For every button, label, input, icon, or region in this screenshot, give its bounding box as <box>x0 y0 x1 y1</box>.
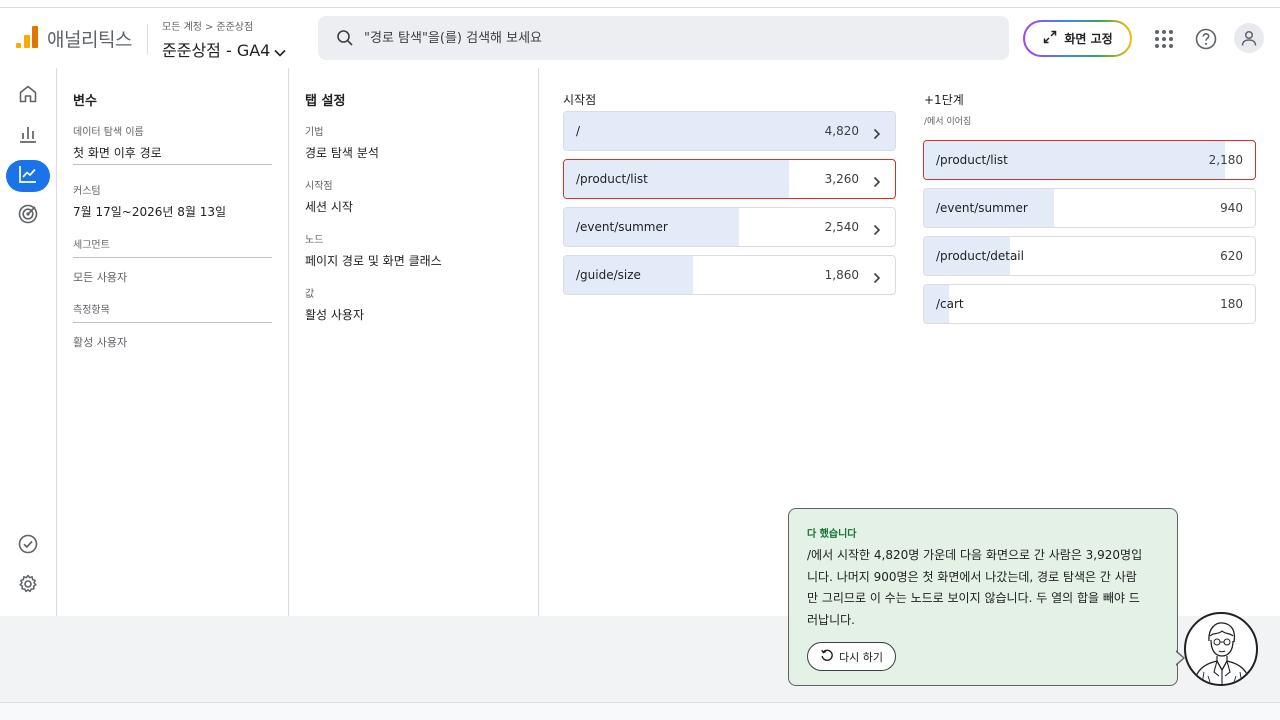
segments-divider <box>73 257 272 258</box>
assistant-card: 다 했습니다 /에서 시작한 4,820명 가운데 다음 화면으로 간 사람은 … <box>788 508 1178 686</box>
person-illustration-icon <box>1193 622 1251 684</box>
pin-screen-label: 화면 고정 <box>1064 32 1113 46</box>
tab-settings-title: 탭 설정 <box>305 94 346 109</box>
node-value: 1,860 <box>824 268 859 282</box>
window-top-strip <box>0 0 1280 8</box>
nav-home[interactable] <box>6 80 50 112</box>
left-navigation <box>0 68 56 616</box>
nav-reports[interactable] <box>6 120 50 152</box>
chevron-right-icon[interactable] <box>873 269 881 288</box>
start-point-node[interactable]: / 4,820 <box>563 111 896 151</box>
node-type-label: 노드 <box>305 235 324 246</box>
assistant-message: /에서 시작한 4,820명 가운데 다음 화면으로 간 사람은 3,920명입… <box>807 548 1143 627</box>
value-label: 값 <box>305 289 315 300</box>
segments-label: 세그먼트 <box>73 240 110 251</box>
chevron-right-icon: > <box>204 22 214 33</box>
search-icon <box>336 29 354 51</box>
breadcrumb[interactable]: 모든 계정 > 준준상점 <box>162 18 253 33</box>
bottom-strip <box>0 702 1280 720</box>
gear-icon <box>17 573 39 599</box>
pin-screen-button[interactable]: 화면 고정 <box>1023 20 1132 57</box>
expand-icon <box>1042 29 1058 48</box>
exploration-name-underline <box>73 164 272 165</box>
node-value: 180 <box>1220 297 1243 311</box>
advertising-icon <box>17 203 39 229</box>
explore-icon <box>17 163 39 189</box>
node-label: / <box>576 124 581 138</box>
start-point-node[interactable]: /guide/size 1,860 <box>563 255 896 295</box>
technique-label: 기법 <box>305 127 324 138</box>
node-label: /event/summer <box>576 220 668 234</box>
node-value: 3,260 <box>824 172 859 186</box>
settings-divider <box>538 68 539 616</box>
refresh-icon <box>820 648 834 665</box>
home-icon <box>17 83 39 109</box>
node-type-value[interactable]: 페이지 경로 및 화면 클래스 <box>305 252 442 269</box>
node-value: 4,820 <box>824 124 859 138</box>
app-title[interactable]: 애널리틱스 <box>47 25 132 52</box>
retry-label: 다시 하기 <box>839 650 883 664</box>
card-pointer-inner <box>1176 652 1183 664</box>
search-bar[interactable] <box>318 16 1009 60</box>
breadcrumb-property[interactable]: 준준상점 <box>216 22 253 33</box>
nav-explore[interactable] <box>6 160 50 192</box>
start-point-label: 시작점 <box>305 181 333 192</box>
node-label: /event/summer <box>936 201 1028 215</box>
start-point-node[interactable]: /product/list 3,260 <box>563 159 896 199</box>
chevron-right-icon[interactable] <box>873 221 881 240</box>
variables-panel: 변수 데이터 탐색 이름 첫 화면 이후 경로 커스텀 7월 17일~2026년… <box>57 68 288 616</box>
help-icon[interactable] <box>1194 27 1218 51</box>
date-range-selector[interactable]: 7월 17일~2026년 8월 13일 <box>73 203 226 220</box>
exploration-name-label: 데이터 탐색 이름 <box>73 127 144 138</box>
nav-admin[interactable] <box>6 570 50 602</box>
exploration-name-input[interactable]: 첫 화면 이후 경로 <box>73 144 162 161</box>
assistant-avatar[interactable] <box>1184 612 1258 686</box>
step-node[interactable]: /cart 180 <box>923 284 1256 324</box>
metrics-divider <box>73 322 272 323</box>
node-label: /guide/size <box>576 268 641 282</box>
node-value: 2,180 <box>1208 153 1243 167</box>
start-point-value[interactable]: 세션 시작 <box>305 198 353 215</box>
nav-advertising[interactable] <box>6 200 50 232</box>
segment-item[interactable]: 모든 사용자 <box>73 269 127 285</box>
analytics-logo-icon[interactable] <box>16 26 38 48</box>
tab-settings-panel: 탭 설정 기법 경로 탐색 분석 시작점 세션 시작 노드 페이지 경로 및 화… <box>289 68 538 616</box>
search-input[interactable] <box>364 16 984 60</box>
check-circle-icon <box>17 533 39 559</box>
property-name: 준준상점 - GA4 <box>162 41 271 60</box>
chevron-down-icon <box>274 42 286 61</box>
breadcrumb-account[interactable]: 모든 계정 <box>162 22 202 33</box>
date-range-label: 커스텀 <box>73 186 101 197</box>
step-column-title: +1단계 <box>924 93 964 107</box>
step-node[interactable]: /product/detail 620 <box>923 236 1256 276</box>
app-header: 애널리틱스 모든 계정>준준상점 준준상점 - GA4 화면 고정 <box>0 8 1280 68</box>
value-metric[interactable]: 활성 사용자 <box>305 306 364 323</box>
technique-selector[interactable]: 경로 탐색 분석 <box>305 144 379 161</box>
nav-data-quality[interactable] <box>6 530 50 562</box>
node-value: 940 <box>1220 201 1243 215</box>
node-label: /product/list <box>576 172 648 186</box>
step-column-subtitle: /에서 이어짐 <box>924 117 972 127</box>
node-label: /product/detail <box>936 249 1024 263</box>
node-label: /cart <box>936 297 964 311</box>
metric-item[interactable]: 활성 사용자 <box>73 334 127 350</box>
node-value: 620 <box>1220 249 1243 263</box>
step-node[interactable]: /product/list 2,180 <box>923 140 1256 180</box>
chevron-right-icon[interactable] <box>873 173 881 192</box>
reports-icon <box>17 123 39 149</box>
apps-grid-icon[interactable] <box>1152 27 1176 51</box>
assistant-heading: 다 했습니다 <box>807 529 857 540</box>
step-node[interactable]: /event/summer 940 <box>923 188 1256 228</box>
property-selector[interactable]: 준준상점 - GA4 <box>162 37 286 61</box>
account-icon[interactable] <box>1234 23 1264 53</box>
chevron-right-icon[interactable] <box>873 125 881 144</box>
node-label: /product/list <box>936 153 1008 167</box>
node-value: 2,540 <box>824 220 859 234</box>
metrics-label: 측정항목 <box>73 305 110 316</box>
header-divider <box>147 24 148 54</box>
variables-title: 변수 <box>73 94 97 109</box>
start-column-title: 시작점 <box>563 93 597 107</box>
retry-button[interactable]: 다시 하기 <box>807 642 896 671</box>
start-point-node[interactable]: /event/summer 2,540 <box>563 207 896 247</box>
